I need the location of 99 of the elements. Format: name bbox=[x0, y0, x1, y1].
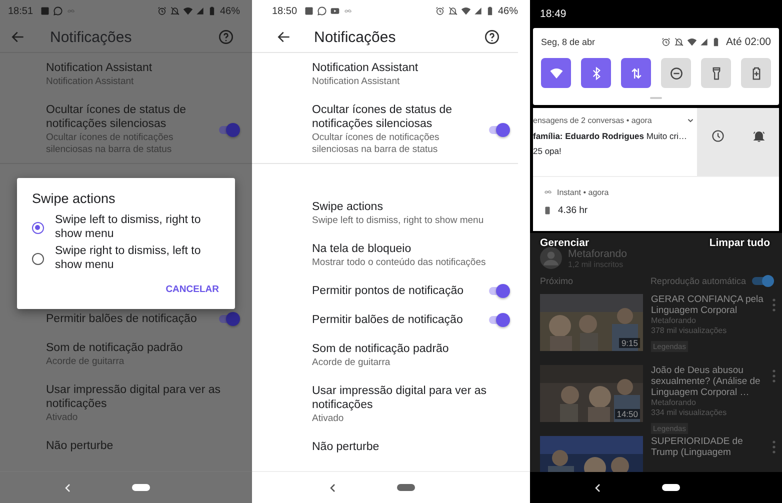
do-not-disturb-icon bbox=[668, 66, 684, 80]
notification-header: Instant • agora bbox=[557, 188, 610, 196]
play-icon bbox=[330, 6, 340, 16]
next-label: Próximo bbox=[540, 276, 574, 286]
setting-title[interactable]: Usar impressão digital para ver as notificações bbox=[46, 383, 240, 411]
autoplay-switch[interactable] bbox=[752, 275, 774, 287]
battery-percent: 46% bbox=[498, 6, 518, 16]
notification-card[interactable]: ensagens de 2 conversas • agora família: Eduardo Rodrigues Muito cri… 25 opa! bbox=[533, 108, 779, 176]
setting-subtitle: Swipe left to dismiss, right to show menu bbox=[312, 215, 485, 227]
setting-subtitle: Notification Assistant bbox=[46, 76, 135, 88]
setting-title[interactable]: Na tela de bloqueio bbox=[312, 242, 510, 256]
video-channel: Metaforando bbox=[651, 398, 697, 408]
setting-title[interactable]: Não perturbe bbox=[46, 439, 240, 453]
clear-all-button[interactable]: Limpar tudo bbox=[707, 235, 772, 251]
muted-bell-icon bbox=[170, 6, 180, 16]
chat-bubble-icon bbox=[53, 6, 64, 16]
toggle-switch[interactable] bbox=[488, 122, 510, 136]
setting-subtitle: Acorde de guitarra bbox=[46, 356, 126, 368]
bell-icon[interactable] bbox=[752, 129, 766, 143]
video-title[interactable]: SUPERIORIDADE de Trump (Linguagem bbox=[651, 436, 764, 458]
page-title: Notificações bbox=[50, 28, 133, 46]
notification-card[interactable]: Instant • agora 4.36 hr bbox=[533, 176, 779, 231]
wifi-icon bbox=[182, 6, 193, 16]
video-views: 334 mil visualizações bbox=[651, 408, 728, 418]
setting-subtitle: Ativado bbox=[46, 412, 79, 424]
alarm-icon bbox=[434, 6, 445, 16]
date-text: Seg, 8 de abr bbox=[541, 37, 596, 47]
battery-saver-tile[interactable] bbox=[741, 58, 771, 88]
signal-icon bbox=[700, 38, 708, 46]
alarm-icon bbox=[661, 37, 672, 47]
cancel-button[interactable]: CANCELAR bbox=[164, 280, 221, 299]
autoplay-label: Reprodução automática bbox=[650, 276, 746, 286]
setting-title[interactable]: Ocultar ícones de status de notificações silenciosas bbox=[312, 103, 478, 131]
signal-icon bbox=[474, 7, 482, 15]
home-button[interactable] bbox=[662, 484, 680, 491]
setting-subtitle: Ativado bbox=[312, 413, 345, 425]
option-label[interactable]: Swipe right to dismiss, left to show menu bbox=[55, 245, 221, 272]
battery-text: Até 02:00 bbox=[726, 36, 771, 48]
status-time: 18:50 bbox=[272, 6, 298, 16]
muted-bell-icon bbox=[448, 6, 458, 16]
data-tile[interactable] bbox=[621, 58, 651, 88]
manage-button[interactable]: Gerenciar bbox=[538, 235, 592, 251]
video-duration: 9:15 bbox=[619, 338, 640, 348]
setting-title[interactable]: Não perturbe bbox=[312, 440, 510, 454]
setting-subtitle: Ocultar ícones de notificações silenciosas na barra de status bbox=[46, 132, 174, 156]
alarm-icon bbox=[156, 6, 167, 16]
radio-button[interactable] bbox=[32, 252, 44, 264]
video-title[interactable]: GERAR CONFIANÇA pela Linguagem Corporal bbox=[651, 294, 764, 316]
expand-icon[interactable] bbox=[686, 116, 695, 125]
notification-text: família: Eduardo Rodrigues Muito cri… bbox=[533, 130, 688, 143]
status-time: 18:49 bbox=[540, 8, 566, 20]
setting-title[interactable]: Ocultar ícones de status de notificações silenciosas bbox=[46, 103, 208, 131]
setting-title[interactable]: Som de notificação padrão bbox=[46, 341, 240, 355]
flashlight-tile[interactable] bbox=[701, 58, 731, 88]
setting-title[interactable]: Notification Assistant bbox=[312, 61, 510, 75]
battery-percent: 46% bbox=[220, 6, 240, 16]
setting-subtitle: Mostrar todo o conteúdo das notificações bbox=[312, 257, 487, 269]
radio-button[interactable] bbox=[32, 222, 44, 234]
setting-title[interactable]: Permitir balões de notificação bbox=[312, 313, 478, 327]
setting-title[interactable]: Som de notificação padrão bbox=[312, 342, 510, 356]
toggle-switch[interactable] bbox=[488, 313, 510, 327]
notification-text: 4.36 hr bbox=[558, 204, 588, 218]
video-duration: 14:50 bbox=[614, 409, 640, 419]
option-label[interactable]: Swipe left to dismiss, right to show menu bbox=[55, 214, 221, 241]
dnd-tile[interactable] bbox=[661, 58, 691, 88]
setting-title[interactable]: Usar impressão digital para ver as notificações bbox=[312, 384, 510, 412]
setting-title[interactable]: Swipe actions bbox=[312, 200, 510, 214]
muted-bell-icon bbox=[674, 37, 684, 47]
setting-title[interactable]: Permitir pontos de notificação bbox=[312, 284, 478, 298]
bluetooth-tile[interactable] bbox=[581, 58, 611, 88]
setting-title[interactable]: Notification Assistant bbox=[46, 61, 240, 75]
status-time: 18:51 bbox=[8, 6, 34, 16]
avatar-icon bbox=[540, 247, 562, 269]
back-arrow-icon[interactable] bbox=[276, 29, 292, 45]
toggle-switch[interactable] bbox=[218, 122, 240, 136]
signal-icon bbox=[196, 7, 204, 15]
setting-subtitle: Acorde de guitarra bbox=[312, 357, 392, 369]
video-channel: Metaforando bbox=[651, 316, 697, 326]
setting-subtitle: Notification Assistant bbox=[312, 76, 401, 88]
video-title[interactable]: João de Deus abusou sexualmente? (Análise de Linguagem Corporal … bbox=[651, 365, 764, 398]
setting-subtitle: Ocultar ícones de notificações silenciosas na barra de status bbox=[312, 132, 440, 156]
notification-header: ensagens de 2 conversas • agora bbox=[533, 116, 653, 125]
toggle-switch[interactable] bbox=[488, 284, 510, 298]
notification-text: 25 opa! bbox=[533, 145, 562, 158]
wifi-icon bbox=[460, 6, 471, 16]
wifi-icon bbox=[548, 66, 564, 80]
page-title: Notificações bbox=[314, 28, 397, 46]
image-icon bbox=[40, 6, 50, 16]
wifi-tile[interactable] bbox=[541, 58, 571, 88]
help-icon[interactable] bbox=[484, 29, 500, 45]
wifi-icon bbox=[687, 37, 698, 47]
toggle-switch[interactable] bbox=[218, 312, 240, 326]
channel-name: Metaforando bbox=[568, 248, 627, 260]
image-icon bbox=[304, 6, 314, 16]
phone-icon bbox=[543, 205, 552, 216]
dialog-title: Swipe actions bbox=[32, 191, 116, 206]
video-views: 378 mil visualizações bbox=[651, 326, 728, 336]
chat-bubble-icon bbox=[317, 6, 328, 16]
clock-icon[interactable] bbox=[710, 129, 724, 143]
